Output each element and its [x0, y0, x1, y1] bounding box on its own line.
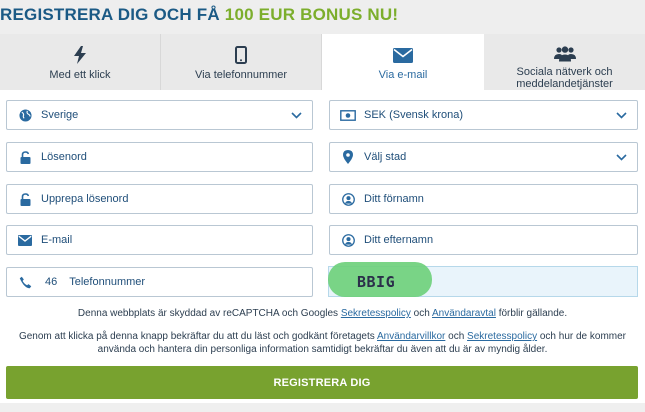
- user-icon: [339, 233, 357, 247]
- recaptcha-text-post: förblir gällande.: [498, 308, 568, 319]
- promo-title: REGISTRERA DIG OCH FÅ 100 EUR BONUS NU!: [0, 5, 398, 25]
- repeat-password-placeholder: Upprepa lösenord: [41, 193, 129, 205]
- promo-header: REGISTRERA DIG OCH FÅ 100 EUR BONUS NU!: [0, 0, 645, 34]
- banknote-icon: [339, 109, 357, 121]
- users-icon: [553, 44, 576, 63]
- phone-placeholder: Telefonnummer: [69, 276, 146, 288]
- captcha-code: BBIG: [357, 273, 396, 291]
- terms-notice: Genom att klicka på denna knapp bekräfta…: [0, 330, 645, 356]
- currency-select[interactable]: SEK (Svensk krona): [329, 100, 638, 130]
- recaptcha-notice: Denna webbplats är skyddad av reCAPTCHA …: [0, 307, 645, 320]
- last-name-field[interactable]: Ditt efternamn: [329, 225, 638, 255]
- last-name-placeholder: Ditt efternamn: [364, 234, 434, 246]
- lock-icon: [16, 150, 34, 164]
- user-agreement-link[interactable]: Användaravtal: [432, 308, 496, 319]
- phone-country-code[interactable]: 46: [45, 276, 57, 288]
- password-field[interactable]: Lösenord: [6, 142, 313, 172]
- registration-tabs: Med ett klick Via telefonnummer Via e-ma…: [0, 34, 645, 90]
- tab-social-label: Sociala nätverk och meddelandetjänster: [516, 66, 613, 90]
- tab-email[interactable]: Via e-mail: [322, 34, 484, 90]
- register-button[interactable]: REGISTRERA DIG: [6, 366, 638, 399]
- phone-field[interactable]: 46 Telefonnummer: [6, 267, 313, 297]
- chevron-down-icon: [289, 111, 303, 119]
- chevron-down-icon: [614, 153, 628, 161]
- tab-phone-label: Via telefonnummer: [194, 69, 288, 81]
- map-pin-icon: [339, 150, 357, 164]
- first-name-placeholder: Ditt förnamn: [364, 193, 424, 205]
- envelope-icon: [16, 234, 34, 246]
- terms-privacy-policy-link[interactable]: Sekretesspolicy: [467, 331, 537, 342]
- tab-email-label: Via e-mail: [378, 69, 428, 81]
- tab-one-click[interactable]: Med ett klick: [0, 34, 161, 90]
- lock-icon: [16, 192, 34, 206]
- city-placeholder: Välj stad: [364, 151, 407, 163]
- privacy-policy-link[interactable]: Sekretesspolicy: [341, 308, 411, 319]
- repeat-password-field[interactable]: Upprepa lösenord: [6, 184, 313, 214]
- city-select[interactable]: Välj stad: [329, 142, 638, 172]
- recaptcha-text-pre: Denna webbplats är skyddad av reCAPTCHA …: [77, 308, 339, 319]
- currency-value: SEK (Svensk krona): [364, 109, 464, 121]
- email-placeholder: E-mail: [41, 234, 73, 246]
- globe-icon: [16, 108, 34, 122]
- bolt-icon: [74, 44, 86, 66]
- bottom-strip: [0, 403, 645, 412]
- recaptcha-text-mid: och: [413, 308, 430, 319]
- terms-text-mid: och: [448, 331, 465, 342]
- terms-of-use-link[interactable]: Användarvillkor: [377, 331, 445, 342]
- email-field[interactable]: E-mail: [6, 225, 313, 255]
- tab-one-click-label: Med ett klick: [49, 69, 111, 81]
- promo-title-prefix: REGISTRERA DIG OCH FÅ: [0, 5, 220, 24]
- terms-text-pre: Genom att klicka på denna knapp bekräfta…: [18, 331, 375, 342]
- phone-icon: [235, 44, 247, 66]
- tab-phone[interactable]: Via telefonnummer: [161, 34, 322, 90]
- password-placeholder: Lösenord: [41, 151, 87, 163]
- first-name-field[interactable]: Ditt förnamn: [329, 184, 638, 214]
- envelope-icon: [393, 44, 413, 66]
- chevron-down-icon: [614, 111, 628, 119]
- country-value: Sverige: [41, 109, 79, 121]
- phone-handset-icon: [16, 276, 34, 289]
- country-select[interactable]: Sverige: [6, 100, 313, 130]
- tab-social[interactable]: Sociala nätverk och meddelandetjänster: [484, 34, 645, 90]
- registration-panel: REGISTRERA DIG OCH FÅ 100 EUR BONUS NU! …: [0, 0, 645, 412]
- user-icon: [339, 192, 357, 206]
- promo-title-bonus: 100 EUR BONUS NU!: [224, 5, 399, 24]
